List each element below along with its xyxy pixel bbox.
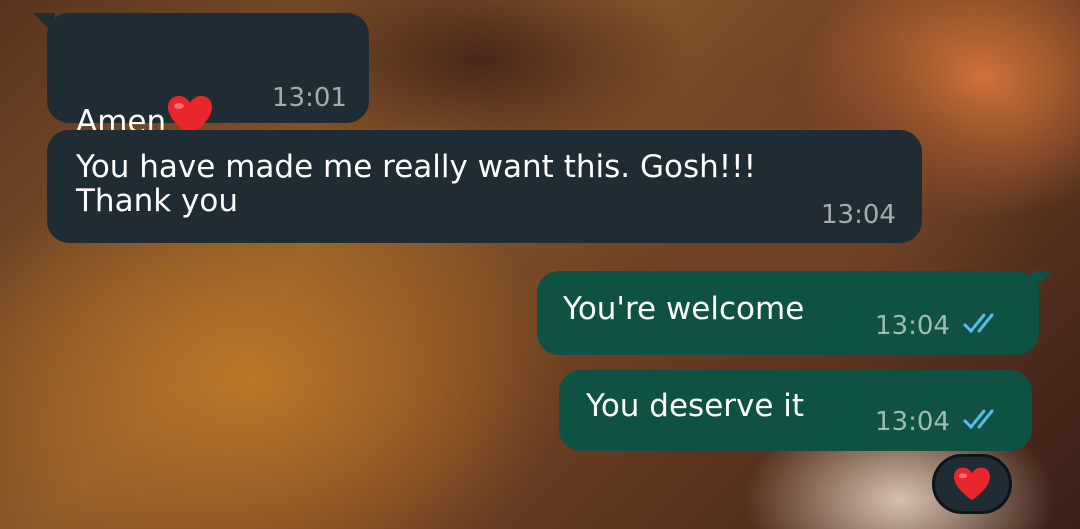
message-timestamp: 13:01: [272, 83, 347, 113]
message-bubble-incoming[interactable]: Amen 13:01: [33, 13, 369, 139]
read-receipt-icon: [963, 409, 994, 430]
bubble-tail: [1031, 271, 1053, 293]
message-text: You deserve it: [586, 388, 805, 424]
message-timestamp: 13:04: [875, 407, 950, 437]
message-text: Amen: [76, 60, 214, 139]
red-heart-reaction-icon: [954, 467, 990, 501]
message-text: You have made me really want this. Gosh!…: [76, 149, 757, 219]
message-bubble-incoming[interactable]: You have made me really want this. Gosh!…: [47, 130, 922, 243]
message-bubble-outgoing[interactable]: You deserve it 13:04: [559, 370, 1032, 451]
read-receipt-icon: [963, 313, 994, 334]
message-timestamp: 13:04: [875, 311, 950, 341]
message-text: You're welcome: [563, 291, 805, 327]
bubble-tail: [33, 13, 55, 35]
message-timestamp: 13:04: [821, 200, 896, 230]
message-bubble-outgoing[interactable]: You're welcome 13:04: [537, 271, 1053, 355]
message-reaction[interactable]: [932, 454, 1012, 514]
